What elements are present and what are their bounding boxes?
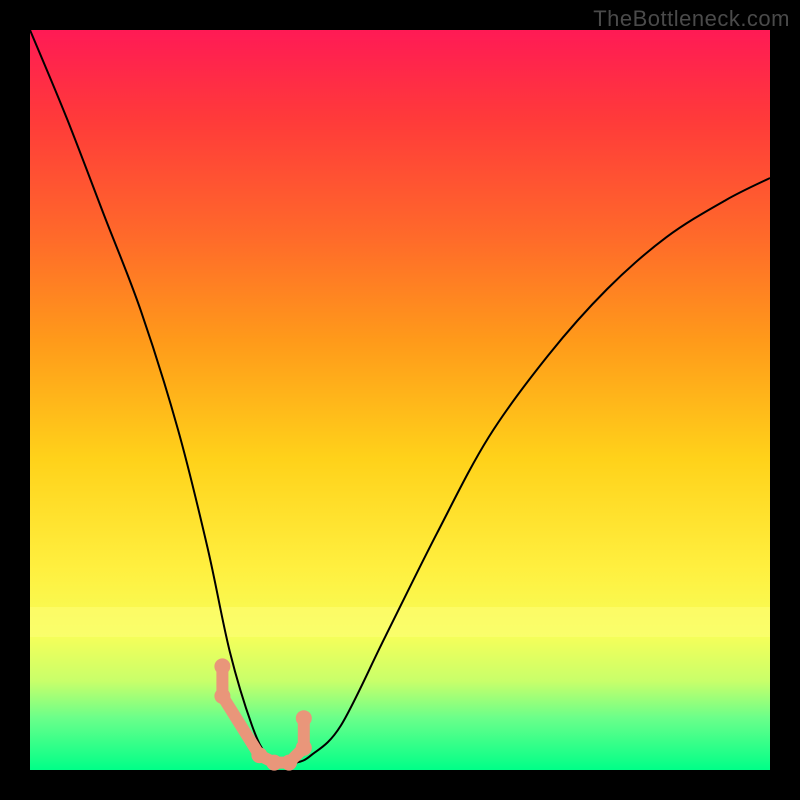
plot-area	[30, 30, 770, 770]
attribution-text: TheBottleneck.com	[593, 6, 790, 32]
highlight-dot	[281, 755, 297, 771]
curve-svg	[30, 30, 770, 770]
highlight-dot	[251, 747, 267, 763]
highlight-dot	[266, 755, 282, 771]
chart-stage: TheBottleneck.com	[0, 0, 800, 800]
highlight-dot	[296, 710, 312, 726]
highlight-dot	[296, 740, 312, 756]
bottleneck-curve	[30, 30, 770, 764]
highlight-dot	[214, 688, 230, 704]
highlight-dot	[214, 658, 230, 674]
highlight-dots	[214, 658, 311, 770]
